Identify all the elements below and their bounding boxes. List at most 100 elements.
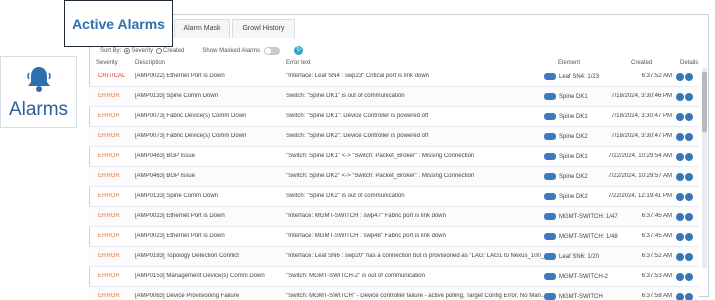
tab-growl-history[interactable]: Growl History: [232, 19, 295, 38]
table-row[interactable]: CRITICAL [AMP0022] Ethernet Port is Down "…: [89, 67, 699, 87]
severity-cell: ERROR: [98, 273, 120, 279]
refresh-icon[interactable]: ↻: [294, 46, 304, 55]
element-label: MGMT-SWITCH: [559, 293, 603, 300]
switch-icon: [544, 113, 556, 120]
switch-icon: [544, 293, 556, 300]
table-row[interactable]: ERROR [AMP0073] Fabric Device(s) Comm Dow…: [89, 107, 699, 127]
search-icon[interactable]: [685, 293, 693, 300]
description-cell: [AMP0463] BGP Issue: [135, 173, 195, 179]
error-text-cell: "Switch: MGMT-SWITCH-2" is out of commun…: [286, 273, 425, 279]
info-icon[interactable]: [676, 113, 684, 121]
search-icon[interactable]: [685, 253, 693, 261]
table-row[interactable]: ERROR [AMP0133] Spine Comm Down Switch: "S…: [89, 187, 699, 207]
info-icon[interactable]: [676, 133, 684, 141]
table-row[interactable]: ERROR [AMP0153] Management Device(s) Comm…: [89, 267, 699, 287]
created-cell: 7/22/2024, 10:29:57 AM: [608, 173, 672, 179]
switch-icon: [544, 253, 556, 260]
description-cell: [AMP0073] Fabric Device(s) Comm Down: [135, 133, 247, 139]
switch-icon: [544, 213, 556, 220]
sort-severity-label: Severity: [131, 47, 154, 54]
description-cell: [AMP0073] Fabric Device(s) Comm Down: [135, 113, 247, 119]
error-text-cell: "Interface: MGMT-SWITCH : swp48" Fabric …: [286, 233, 446, 239]
search-icon[interactable]: [685, 153, 693, 161]
col-error: Error text: [286, 60, 311, 66]
col-created: Created: [631, 60, 653, 66]
show-masked-toggle[interactable]: [264, 46, 281, 55]
info-icon[interactable]: [676, 193, 684, 201]
switch-icon: [544, 173, 556, 180]
scrollbar-thumb[interactable]: [702, 72, 707, 132]
tab-alarm-mask[interactable]: Alarm Mask: [174, 19, 230, 38]
details-cell: [676, 153, 696, 163]
search-icon[interactable]: [685, 73, 693, 81]
element-label: Leaf SN4: 1/23: [559, 73, 600, 80]
details-cell: [676, 113, 696, 123]
details-cell: [676, 253, 696, 263]
error-text-cell: Switch: "Spine DK2": Device Controller i…: [286, 133, 429, 139]
table-row[interactable]: ERROR [AMP0463] BGP Issue "Switch: Spine D…: [89, 167, 699, 187]
info-icon[interactable]: [676, 253, 684, 261]
error-text-cell: "Switch: MGMT-SWITCH" - Device controlle…: [286, 293, 546, 299]
table-row[interactable]: ERROR [AMP0183] Topology Detection Confli…: [89, 247, 699, 267]
element-label: Spine DK1: [559, 113, 588, 120]
search-icon[interactable]: [685, 213, 693, 221]
search-icon[interactable]: [685, 273, 693, 281]
created-cell: 7/22/2024, 12:19:41 PM: [608, 193, 672, 199]
table-scrollbar[interactable]: [702, 68, 707, 268]
col-element: Element: [558, 60, 581, 66]
table-row[interactable]: ERROR [AMP0023] Ethernet Port is Down "Int…: [89, 227, 699, 247]
created-cell: 6:37:52 AM: [641, 253, 672, 259]
info-icon[interactable]: [676, 173, 684, 181]
details-cell: [676, 233, 696, 243]
info-icon[interactable]: [676, 93, 684, 101]
search-icon[interactable]: [685, 173, 693, 181]
tab-active-alarms[interactable]: Active Alarms: [64, 0, 173, 47]
error-text-cell: "Interface: Leaf SN6 : swp20" has a conn…: [286, 253, 546, 259]
info-icon[interactable]: [676, 213, 684, 221]
element-label: Spine DK2: [559, 133, 588, 140]
element-label: MGMT-SWITCH-2: [559, 273, 608, 280]
sort-created-label: Created: [163, 47, 185, 54]
switch-icon: [544, 133, 556, 140]
col-severity: Severity: [96, 60, 118, 66]
error-text-cell: "Interface: MGMT-SWITCH : swp47" Fabric …: [286, 213, 446, 219]
search-icon[interactable]: [685, 93, 693, 101]
severity-cell: ERROR: [98, 173, 120, 179]
created-cell: 7/18/2024, 3:30:46 PM: [611, 93, 672, 99]
table-row[interactable]: ERROR [AMP0463] BGP Issue "Switch: Spine D…: [89, 147, 699, 167]
table-row[interactable]: ERROR [AMP0063] Device Provisioning Failu…: [89, 287, 699, 300]
search-icon[interactable]: [685, 193, 693, 201]
info-icon[interactable]: [676, 153, 684, 161]
severity-cell: ERROR: [98, 153, 120, 159]
show-masked-label: Show Masked Alarms: [202, 47, 261, 54]
error-text-cell: "Switch: Spine DK2" <-> "Switch: Packet_…: [286, 173, 475, 179]
element-label: Leaf SN6: 1/20: [559, 253, 600, 260]
details-cell: [676, 213, 696, 223]
description-cell: [AMP0153] Management Device(s) Comm Down: [135, 273, 265, 279]
sort-created-radio[interactable]: [156, 47, 163, 54]
table-row[interactable]: ERROR [AMP0073] Fabric Device(s) Comm Dow…: [89, 127, 699, 147]
table-row[interactable]: ERROR [AMP0133] Spine Comm Down Switch: "S…: [89, 87, 699, 107]
switch-icon: [544, 153, 556, 160]
search-icon[interactable]: [685, 113, 693, 121]
error-text-cell: "Switch: Spine DK1" <-> "Switch: Packet_…: [286, 153, 475, 159]
switch-icon: [544, 193, 556, 200]
details-cell: [676, 133, 696, 143]
sort-severity-radio[interactable]: [124, 47, 131, 54]
table-row[interactable]: ERROR [AMP0023] Ethernet Port is Down "Int…: [89, 207, 699, 227]
search-icon[interactable]: [685, 233, 693, 241]
info-icon[interactable]: [676, 233, 684, 241]
switch-icon: [544, 273, 556, 280]
error-text-cell: Switch: "Spine DK2" is out of communicat…: [286, 193, 405, 199]
description-cell: [AMP0133] Spine Comm Down: [135, 93, 219, 99]
info-icon[interactable]: [676, 273, 684, 281]
error-text-cell: Switch: "Spine DK1" is out of communicat…: [286, 93, 405, 99]
element-label: Spine DK1: [559, 93, 588, 100]
description-cell: [AMP0023] Ethernet Port is Down: [135, 213, 225, 219]
alarms-nav-tile[interactable]: Alarms: [0, 56, 77, 128]
info-icon[interactable]: [676, 293, 684, 300]
search-icon[interactable]: [685, 133, 693, 141]
severity-cell: ERROR: [98, 233, 120, 239]
info-icon[interactable]: [676, 73, 684, 81]
details-cell: [676, 293, 696, 300]
